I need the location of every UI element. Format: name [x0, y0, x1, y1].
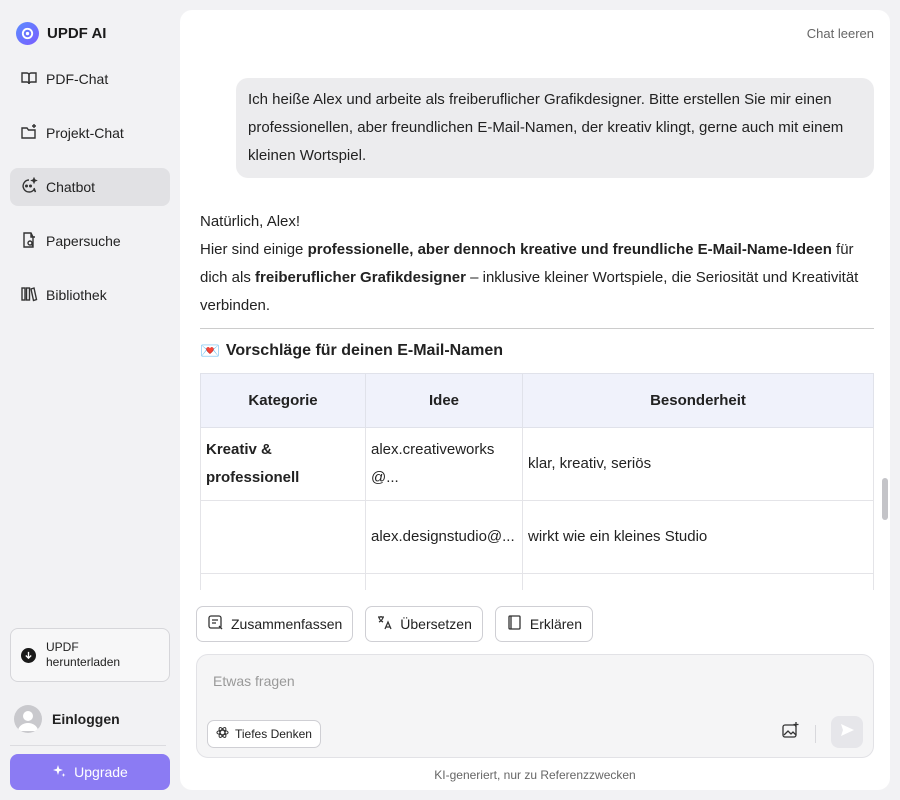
- deep-think-toggle[interactable]: Tiefes Denken: [207, 720, 321, 748]
- login-button[interactable]: Einloggen: [14, 705, 120, 733]
- sidebar-divider: [10, 745, 166, 746]
- download-updf-button[interactable]: UPDF herunterladen: [10, 628, 170, 682]
- table-cell-category: [200, 573, 366, 590]
- send-button[interactable]: [831, 716, 863, 748]
- book-open-icon: [20, 69, 38, 90]
- user-message: Ich heiße Alex und arbeite als freiberuf…: [236, 78, 874, 178]
- explain-button[interactable]: Erklären: [494, 606, 594, 642]
- brand-logo[interactable]: UPDF AI: [16, 22, 106, 45]
- answer-greeting: Natürlich, Alex!: [200, 213, 301, 230]
- table-cell-idea: [365, 573, 523, 590]
- download-icon: [21, 647, 36, 663]
- answer-text-part: Hier sind einige: [200, 241, 308, 258]
- table-row: alex.designstudio@... wirkt wie ein klei…: [200, 500, 874, 574]
- table-cell-category: [200, 500, 366, 574]
- sidebar-item-projekt-chat[interactable]: Projekt-Chat: [10, 114, 170, 152]
- answer-divider: [200, 328, 874, 329]
- table-cell-idea: alex.designstudio@...: [365, 500, 523, 574]
- sidebar-item-label: Chatbot: [46, 179, 96, 195]
- table-header-besonderheit: Besonderheit: [522, 373, 874, 428]
- send-icon: [839, 722, 855, 743]
- love-letter-icon: 💌: [200, 343, 220, 360]
- sidebar: UPDF AI PDF-Chat Projekt-Chat Chatbot Pa…: [0, 0, 180, 800]
- answer-text: Natürlich, Alex! Hier sind einige profes…: [200, 208, 874, 320]
- login-label: Einloggen: [52, 711, 120, 727]
- translate-button[interactable]: Übersetzen: [365, 606, 483, 642]
- library-icon: [20, 285, 38, 306]
- sidebar-item-chatbot[interactable]: Chatbot: [10, 168, 170, 206]
- sidebar-nav: PDF-Chat Projekt-Chat Chatbot Papersuche…: [10, 60, 170, 330]
- translate-label: Übersetzen: [400, 616, 472, 632]
- table-cell-category: Kreativ & professionell: [200, 427, 366, 501]
- upgrade-label: Upgrade: [74, 764, 128, 780]
- summary-icon: [207, 614, 224, 634]
- table-row: [200, 573, 874, 590]
- assistant-response: Natürlich, Alex! Hier sind einige profes…: [200, 208, 874, 590]
- image-upload-button[interactable]: [779, 722, 801, 744]
- translate-icon: [376, 614, 393, 634]
- clear-chat-button[interactable]: Chat leeren: [807, 26, 874, 41]
- table-header-kategorie: Kategorie: [200, 373, 366, 428]
- summarize-label: Zusammenfassen: [231, 616, 343, 632]
- sidebar-item-pdf-chat[interactable]: PDF-Chat: [10, 60, 170, 98]
- ai-disclaimer: KI-generiert, nur zu Referenzzwecken: [434, 768, 636, 782]
- table-cell-feature: wirkt wie ein kleines Studio: [522, 500, 874, 574]
- sidebar-item-bibliothek[interactable]: Bibliothek: [10, 276, 170, 314]
- section-heading: 💌 Vorschläge für deinen E-Mail-Namen: [200, 339, 874, 363]
- deep-think-label: Tiefes Denken: [235, 727, 312, 741]
- sidebar-item-label: PDF-Chat: [46, 71, 109, 87]
- sparkle-icon: [52, 764, 66, 781]
- table-header-row: Kategorie Idee Besonderheit: [200, 373, 874, 428]
- section-heading-text: Vorschläge für deinen E-Mail-Namen: [225, 342, 504, 359]
- chatbot-icon: [20, 176, 38, 198]
- image-add-icon: [781, 721, 800, 745]
- avatar: [14, 705, 42, 733]
- chat-input[interactable]: [213, 669, 813, 693]
- answer-bold-part: freiberuflicher Grafikdesigner: [255, 269, 466, 286]
- table-cell-feature: [522, 573, 874, 590]
- answer-bold-part: professionelle, aber dennoch kreative un…: [307, 241, 832, 258]
- folder-plus-icon: [20, 123, 38, 144]
- table-cell-idea: alex.creativeworks@...: [365, 427, 523, 501]
- download-label-line2: herunterladen: [46, 655, 121, 669]
- composer-divider: [815, 725, 816, 743]
- quick-actions: Zusammenfassen Übersetzen Erklären: [196, 606, 594, 642]
- summarize-button[interactable]: Zusammenfassen: [196, 606, 354, 642]
- chat-panel: Chat leeren Ich heiße Alex und arbeite a…: [180, 10, 890, 790]
- sidebar-item-label: Projekt-Chat: [46, 125, 124, 141]
- sidebar-item-label: Bibliothek: [46, 287, 107, 303]
- explain-label: Erklären: [529, 616, 583, 632]
- brand-name: UPDF AI: [47, 25, 107, 42]
- table-header-idee: Idee: [365, 373, 523, 428]
- email-suggestions-table: Kategorie Idee Besonderheit Kreativ & pr…: [200, 373, 874, 590]
- atom-icon: [216, 726, 229, 742]
- sidebar-item-papersuche[interactable]: Papersuche: [10, 222, 170, 260]
- upgrade-button[interactable]: Upgrade: [10, 754, 170, 790]
- chat-scrollbar[interactable]: [882, 478, 888, 520]
- answer-paragraph: Hier sind einige professionelle, aber de…: [200, 236, 874, 320]
- sidebar-item-label: Papersuche: [46, 233, 121, 249]
- message-composer: Tiefes Denken: [196, 654, 874, 758]
- document-search-icon: [20, 231, 38, 252]
- table-cell-feature: klar, kreativ, seriös: [522, 427, 874, 501]
- download-label-line1: UPDF: [46, 640, 79, 654]
- explain-icon: [506, 614, 523, 634]
- table-row: Kreativ & professionell alex.creativewor…: [200, 427, 874, 501]
- download-label: UPDF herunterladen: [46, 640, 120, 670]
- updf-logo-icon: [16, 22, 39, 45]
